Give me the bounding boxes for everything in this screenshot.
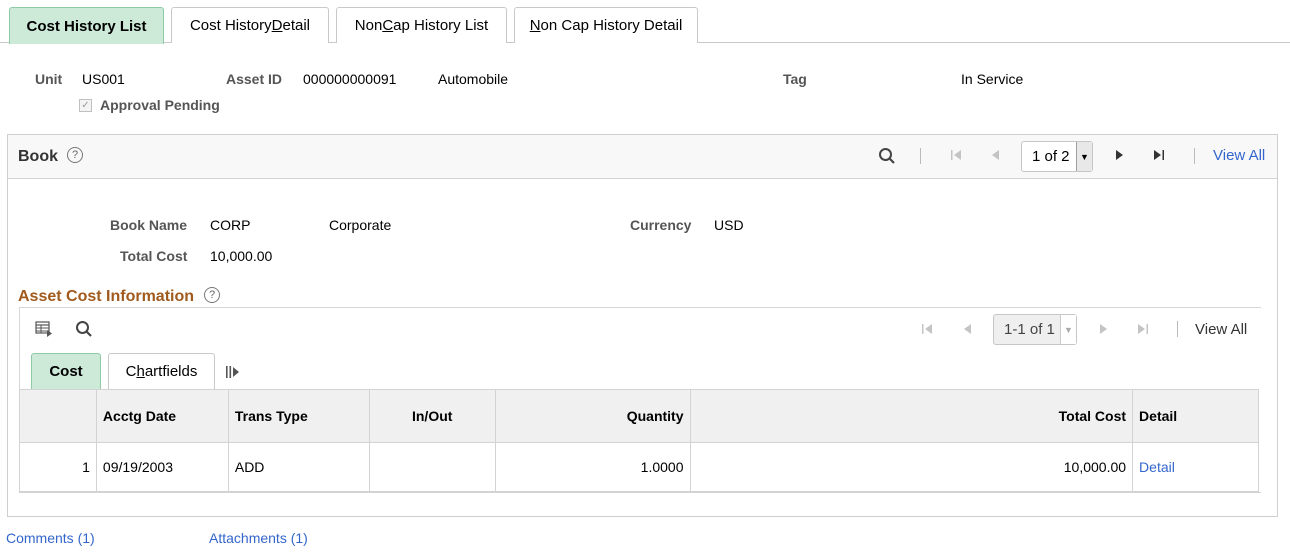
tab-label-accesskey: h — [136, 363, 145, 380]
tab-label: Cost — [49, 363, 83, 380]
tag-label: Tag — [783, 71, 807, 87]
column-header-row-number — [19, 389, 97, 443]
total-cost-cell: 10,000.00 — [689, 442, 1134, 493]
comments-link[interactable]: Comments (1) — [6, 530, 95, 546]
trans-type-cell: ADD — [227, 442, 370, 493]
row-number: 1 — [19, 442, 97, 493]
help-icon[interactable]: ? — [67, 147, 83, 163]
book-title: Book — [18, 148, 58, 165]
column-header-acctg-date[interactable]: Acctg Date — [95, 389, 229, 443]
table-header-row: Acctg Date Trans Type In/Out Quantity To… — [19, 389, 1259, 443]
currency-value: USD — [714, 217, 744, 233]
next-page-icon — [1097, 322, 1109, 336]
book-name-label: Book Name — [110, 217, 188, 233]
asset-status: In Service — [961, 71, 1024, 87]
personalize-grid-icon[interactable] — [35, 321, 53, 337]
tab-non-cap-history-detail[interactable]: Non Cap History Detail — [514, 7, 698, 43]
last-page-icon[interactable] — [1152, 148, 1166, 162]
currency-label: Currency — [630, 217, 692, 233]
page-indicator: 1 of 2 — [1032, 148, 1070, 165]
book-page-select[interactable]: 1 of 2 ▼ — [1021, 141, 1093, 172]
total-cost-label: Total Cost — [120, 248, 188, 264]
acctg-date-cell: 09/19/2003 — [95, 442, 229, 493]
tab-label-part: etail — [282, 17, 311, 34]
help-icon[interactable]: ? — [204, 287, 220, 303]
tab-cost-history-list[interactable]: Cost History List — [9, 7, 164, 44]
column-header-in-out[interactable]: In/Out — [368, 389, 496, 443]
separator — [1177, 321, 1178, 337]
column-header-quantity[interactable]: Quantity — [494, 389, 691, 443]
tab-label-part: on Cap History Detail — [540, 17, 683, 34]
search-icon[interactable] — [878, 147, 896, 165]
book-description: Corporate — [329, 217, 392, 233]
detail-link[interactable]: Detail — [1139, 459, 1175, 475]
tab-label-part: artfields — [144, 363, 198, 380]
separator — [920, 148, 921, 164]
book-view-all-link[interactable]: View All — [1213, 147, 1265, 164]
column-header-detail: Detail — [1132, 389, 1259, 443]
asset-description: Automobile — [438, 71, 509, 87]
column-header-trans-type[interactable]: Trans Type — [227, 389, 370, 443]
in-out-cell — [368, 442, 496, 493]
show-all-columns-icon[interactable] — [225, 365, 241, 379]
tab-label-accesskey: C — [382, 17, 394, 34]
chevron-down-icon: ▼ — [1060, 315, 1076, 344]
book-name-value: CORP — [210, 217, 251, 233]
grid-view-all-link[interactable]: View All — [1195, 321, 1247, 338]
tab-label-part: C — [125, 363, 137, 380]
approval-pending-label: Approval Pending — [100, 97, 220, 113]
table-row: 1 09/19/2003 ADD 1.0000 10,000.00 Detail — [19, 442, 1259, 493]
column-header-total-cost[interactable]: Total Cost — [689, 389, 1134, 443]
asset-cost-table: Acctg Date Trans Type In/Out Quantity To… — [19, 389, 1259, 493]
next-page-icon[interactable] — [1113, 148, 1125, 162]
attachments-link[interactable]: Attachments (1) — [209, 530, 308, 546]
page-tab-bar: Cost History List Cost History Detail No… — [0, 0, 1290, 44]
chevron-down-icon: ▼ — [1076, 142, 1092, 171]
tab-cost-history-detail[interactable]: Cost History Detail — [171, 7, 329, 43]
asset-id-label: Asset ID — [226, 71, 283, 87]
tab-label-part: Non — [354, 17, 383, 34]
grid-tab-cost[interactable]: Cost — [31, 353, 101, 389]
tab-label-accesskey: D — [271, 17, 283, 34]
approval-pending-field: ✓ Approval Pending — [79, 97, 220, 113]
previous-page-icon — [989, 148, 1001, 162]
detail-cell: Detail — [1132, 442, 1259, 493]
unit-label: Unit — [35, 71, 63, 87]
asset-id-value: 000000000091 — [303, 71, 397, 87]
search-icon[interactable] — [75, 320, 93, 338]
last-page-icon — [1136, 322, 1150, 336]
previous-page-icon — [961, 322, 973, 336]
book-header: Book ? 1 of 2 ▼ View All — [8, 135, 1277, 179]
separator — [1194, 148, 1195, 164]
page-indicator: 1-1 of 1 — [1004, 321, 1055, 338]
tab-label-part: Cost History — [189, 17, 272, 34]
first-page-icon — [949, 148, 963, 162]
grid-tab-chartfields[interactable]: Ch artfields — [108, 353, 215, 389]
tab-label-accesskey: N — [529, 17, 541, 34]
first-page-icon — [920, 322, 934, 336]
total-cost-value: 10,000.00 — [210, 248, 273, 264]
tab-label-part: ap History List — [393, 17, 489, 34]
tab-non-cap-history-list[interactable]: Non Cap History List — [336, 7, 507, 43]
approval-pending-checkbox: ✓ — [79, 98, 92, 112]
unit-value: US001 — [82, 71, 125, 87]
tab-label: Cost History List — [26, 17, 147, 35]
grid-page-select[interactable]: 1-1 of 1 ▼ — [993, 314, 1077, 345]
asset-cost-title: Asset Cost Information — [18, 288, 195, 305]
quantity-cell: 1.0000 — [494, 442, 691, 493]
